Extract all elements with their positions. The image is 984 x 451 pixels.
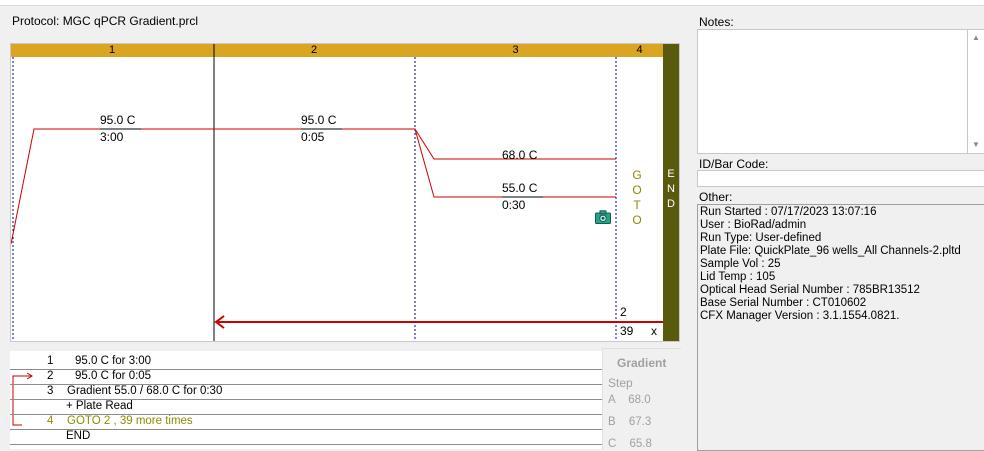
run-info-line: Sample Vol : 25: [700, 258, 781, 270]
list-item[interactable]: + Plate Read: [10, 399, 602, 415]
protocol-graph[interactable]: 1 2 3 4 95.0 C 3:00 95.0 C 0:05 68.0 C 5…: [10, 43, 680, 342]
list-step-text: 95.0 C for 3:00: [75, 355, 152, 367]
end-letter-d: D: [667, 198, 675, 210]
protocol-title: Protocol: MGC qPCR Gradient.prcl: [12, 14, 199, 28]
run-info-line: Run Type: User-defined: [700, 232, 822, 244]
step3-time-label[interactable]: 0:30: [502, 198, 525, 212]
run-info-line: Run Started : 07/17/2023 13:07:16: [700, 206, 877, 218]
temperature-profile-chart: [11, 44, 663, 341]
run-info-line: Lid Temp : 105: [700, 271, 776, 283]
gradient-row: B 67.3: [608, 416, 651, 428]
run-info-line: Plate File: QuickPlate_96 wells_All Chan…: [700, 245, 961, 257]
step3-high-temp-label[interactable]: 68.0 C: [502, 148, 537, 162]
protocol-step-list[interactable]: 1 95.0 C for 3:00 2 95.0 C for 0:05 3 Gr…: [10, 351, 602, 449]
run-info-line: Optical Head Serial Number : 785BR13512: [700, 284, 920, 296]
scroll-down-icon[interactable]: ▼: [972, 140, 980, 149]
run-info-line: Base Serial Number : CT010602: [700, 297, 867, 309]
gradient-row-letter: A: [608, 394, 616, 406]
list-step-text: GOTO 2 , 39 more times: [67, 415, 193, 427]
step2-time-label[interactable]: 0:05: [301, 130, 324, 144]
step2-temp-label[interactable]: 95.0 C: [301, 113, 336, 127]
other-label: Other:: [699, 190, 733, 204]
gradient-row-letter: C: [608, 438, 617, 450]
camera-icon[interactable]: [595, 210, 611, 224]
top-border: [0, 0, 984, 6]
list-item[interactable]: 3 Gradient 55.0 / 68.0 C for 0:30: [10, 384, 602, 400]
goto-letter-o2: O: [632, 213, 642, 227]
gradient-row-value: 68.0: [628, 394, 651, 406]
notes-scrollbar[interactable]: ▲ ▼: [968, 29, 984, 154]
list-step-text: + Plate Read: [66, 400, 133, 412]
list-step-text: 95.0 C for 0:05: [75, 370, 152, 382]
step1-temp-label[interactable]: 95.0 C: [100, 113, 135, 127]
list-step-number: 4: [47, 415, 54, 427]
goto-times-x: x: [651, 324, 657, 338]
id-barcode-label: ID/Bar Code:: [699, 157, 769, 171]
list-step-text: END: [66, 430, 91, 442]
notes-textarea[interactable]: [697, 29, 968, 154]
end-step-bar[interactable]: E N D: [663, 44, 679, 341]
list-step-text: Gradient 55.0 / 68.0 C for 0:30: [67, 385, 223, 397]
goto-letter-o1: O: [632, 183, 642, 197]
list-step-number: 2: [47, 370, 54, 382]
gradient-row-value: 65.8: [629, 438, 652, 450]
gradient-row: C 65.8: [608, 438, 652, 450]
list-step-number: 3: [47, 385, 54, 397]
gradient-row-letter: B: [608, 416, 616, 428]
gradient-row-value: 67.3: [628, 416, 652, 428]
gradient-title: Gradient: [617, 356, 667, 370]
id-barcode-field[interactable]: [697, 170, 984, 187]
list-item[interactable]: END: [10, 429, 602, 445]
gradient-step-label: Step: [608, 376, 633, 390]
run-info-line: CFX Manager Version : 3.1.1554.0821.: [700, 310, 900, 322]
list-item[interactable]: 4 GOTO 2 , 39 more times: [10, 414, 602, 430]
end-letter-e: E: [667, 168, 675, 180]
step3-low-temp-label[interactable]: 55.0 C: [502, 181, 537, 195]
end-letter-n: N: [667, 183, 675, 195]
gradient-row: A 68.0: [608, 394, 651, 406]
other-info-box: Run Started : 07/17/2023 13:07:16 User :…: [697, 204, 984, 451]
goto-letter-g: G: [632, 168, 642, 182]
step1-time-label[interactable]: 3:00: [100, 130, 123, 144]
goto-target-step[interactable]: 2: [620, 305, 627, 319]
goto-letter-t: T: [633, 198, 641, 212]
run-info-line: User : BioRad/admin: [700, 219, 807, 231]
goto-repeat-count[interactable]: 39: [620, 324, 633, 338]
list-item[interactable]: 2 95.0 C for 0:05: [10, 369, 602, 385]
scroll-up-icon[interactable]: ▲: [972, 33, 980, 42]
list-step-number: 1: [47, 355, 54, 367]
notes-label: Notes:: [699, 15, 734, 29]
list-item[interactable]: 1 95.0 C for 3:00: [10, 354, 602, 370]
gradient-panel: Gradient Step A 68.0 B 67.3 C 65.8: [602, 348, 681, 450]
